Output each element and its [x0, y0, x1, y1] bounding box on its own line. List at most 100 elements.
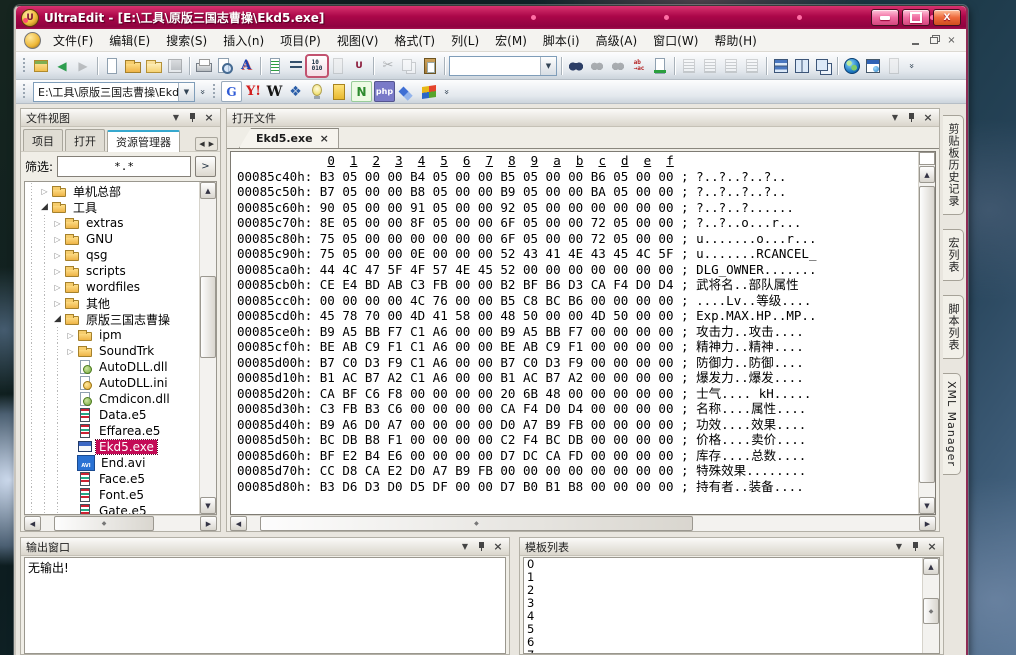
filter-input[interactable]: [57, 156, 191, 177]
hex-row[interactable]: 00085d20h: CA BF C6 F8 00 00 00 00 20 6B…: [237, 386, 918, 402]
side-tab-宏列表[interactable]: 宏列表: [943, 229, 964, 281]
hex-row[interactable]: 00085d70h: CC D8 CA E2 D0 A7 B9 FB 00 00…: [237, 463, 918, 479]
hex-row[interactable]: 00085d40h: B9 A6 D0 A7 00 00 00 00 D0 A7…: [237, 417, 918, 433]
tree-expand-icon[interactable]: ◢: [38, 202, 51, 212]
tree-item-SoundTrk[interactable]: ▷SoundTrk: [25, 343, 199, 359]
paste-icon[interactable]: [420, 56, 440, 76]
scroll-up-icon[interactable]: ▲: [919, 166, 935, 183]
minimize-button[interactable]: [871, 9, 899, 26]
wikipedia-icon[interactable]: W: [265, 82, 284, 101]
tree-item-单机总部[interactable]: ▷单机总部: [25, 183, 199, 199]
paragraph-doc-icon[interactable]: [265, 56, 285, 76]
document-menu-icon[interactable]: [24, 32, 41, 49]
panel-menu-icon[interactable]: ▼: [893, 542, 905, 551]
menu-item[interactable]: 视图(V): [329, 29, 387, 52]
toolbar-grip[interactable]: [22, 84, 27, 100]
tree-expand-icon[interactable]: ▷: [51, 283, 64, 292]
replace-in-files-icon[interactable]: [650, 56, 670, 76]
side-tab-剪贴板历史记录[interactable]: 剪贴板历史记录: [943, 115, 964, 215]
scroll-thumb[interactable]: ◆: [54, 516, 155, 531]
tree-item-Face.e5[interactable]: Face.e5: [25, 471, 199, 487]
template-item[interactable]: 0: [527, 558, 922, 571]
tree-expand-icon[interactable]: ▷: [38, 187, 51, 196]
file-views-icon[interactable]: [31, 56, 51, 76]
scroll-down-icon[interactable]: ▼: [200, 497, 216, 514]
tree-expand-icon[interactable]: ▷: [51, 299, 64, 308]
tree-item-Effarea.e5[interactable]: Effarea.e5: [25, 423, 199, 439]
ue-home-icon[interactable]: U: [349, 56, 369, 76]
hex-row[interactable]: 00085c60h: 90 05 00 00 91 05 00 00 92 05…: [237, 200, 918, 216]
tree-item-工具[interactable]: ◢工具: [25, 199, 199, 215]
open-file-icon[interactable]: [123, 56, 143, 76]
find-icon[interactable]: [566, 56, 586, 76]
tree-item-原版三国志曹操[interactable]: ◢原版三国志曹操: [25, 311, 199, 327]
panel-splitter[interactable]: [510, 537, 519, 655]
tree-item-End.avi[interactable]: AVIEnd.avi: [25, 455, 199, 471]
flag-icon[interactable]: ❖: [286, 82, 305, 101]
pin-icon[interactable]: [477, 541, 486, 552]
template-item[interactable]: 2: [527, 584, 922, 597]
tree-item-GNU[interactable]: ▷GNU: [25, 231, 199, 247]
tree-item-ipm[interactable]: ▷ipm: [25, 327, 199, 343]
file-view-tab-打开[interactable]: 打开: [65, 129, 105, 151]
tree-item-Gate.e5[interactable]: Gate.e5: [25, 503, 199, 514]
sort-icon[interactable]: [286, 56, 306, 76]
menu-item[interactable]: 格式(T): [386, 29, 443, 52]
template-item[interactable]: 7: [527, 649, 922, 654]
tree-expand-icon[interactable]: ▷: [51, 267, 64, 276]
windows-icon[interactable]: [419, 82, 439, 102]
panel-close-icon[interactable]: ×: [922, 111, 934, 124]
tree-expand-icon[interactable]: ▷: [51, 251, 64, 260]
hex-row[interactable]: 00085d10h: B1 AC B7 A2 C1 A6 00 00 B1 AC…: [237, 370, 918, 386]
panel-close-icon[interactable]: ×: [926, 540, 938, 553]
google-icon[interactable]: G: [221, 81, 242, 102]
tree-expand-icon[interactable]: ▷: [51, 235, 64, 244]
mdi-close-icon[interactable]: ×: [945, 34, 958, 46]
chevron-down-icon[interactable]: ▼: [540, 57, 556, 75]
template-item[interactable]: 3: [527, 597, 922, 610]
scroll-up-icon[interactable]: ▲: [923, 558, 939, 575]
template-item[interactable]: 6: [527, 636, 922, 649]
menu-item[interactable]: 窗口(W): [645, 29, 706, 52]
menu-item[interactable]: 脚本(i): [535, 29, 588, 52]
toolbar-overflow-icon[interactable]: »: [906, 60, 916, 72]
toolbar-grip[interactable]: [212, 84, 217, 100]
menu-item[interactable]: 搜索(S): [158, 29, 215, 52]
tree-item-scripts[interactable]: ▷scripts: [25, 263, 199, 279]
hex-horizontal-scrollbar[interactable]: ◀ ◆ ▶: [230, 515, 936, 531]
chevron-down-icon[interactable]: ▼: [178, 83, 194, 101]
tree-item-AutoDLL.ini[interactable]: AutoDLL.ini: [25, 375, 199, 391]
menu-item[interactable]: 宏(M): [487, 29, 535, 52]
menu-item[interactable]: 编辑(E): [101, 29, 158, 52]
tab-scroll-arrows[interactable]: ◀▶: [195, 137, 218, 151]
template-item[interactable]: 4: [527, 610, 922, 623]
panel-menu-icon[interactable]: ▼: [170, 113, 182, 122]
tree-horizontal-scrollbar[interactable]: ◀ ◆ ▶: [24, 515, 217, 531]
panel-menu-icon[interactable]: ▼: [889, 113, 901, 122]
scroll-left-icon[interactable]: ◀: [230, 516, 247, 531]
output-window-body[interactable]: 无输出!: [24, 557, 506, 654]
browser-view-icon[interactable]: [863, 56, 883, 76]
side-tab-脚本列表[interactable]: 脚本列表: [943, 295, 964, 359]
hex-row[interactable]: 00085c40h: B3 05 00 00 B4 05 00 00 B5 05…: [237, 169, 918, 185]
template-item[interactable]: 5: [527, 623, 922, 636]
tree-expand-icon[interactable]: ◢: [51, 314, 64, 324]
split-horizontal-icon[interactable]: [771, 56, 791, 76]
hex-row[interactable]: 00085ce0h: B9 A5 BB F7 C1 A6 00 00 B9 A5…: [237, 324, 918, 340]
scroll-left-icon[interactable]: ◀: [24, 516, 41, 531]
hex-row[interactable]: 00085d00h: B7 C0 D3 F9 C1 A6 00 00 B7 C0…: [237, 355, 918, 371]
close-button[interactable]: X: [933, 9, 961, 26]
side-tab-XML Manager[interactable]: XML Manager: [943, 373, 961, 475]
hex-row[interactable]: 00085c80h: 75 05 00 00 00 00 00 00 6F 05…: [237, 231, 918, 247]
split-handle[interactable]: [919, 152, 935, 165]
file-view-tab-资源管理器[interactable]: 资源管理器: [107, 130, 180, 152]
notepad-icon[interactable]: N: [351, 81, 372, 102]
template-item[interactable]: 1: [527, 571, 922, 584]
favorites-combo[interactable]: ▼: [449, 56, 557, 76]
hex-vertical-scrollbar[interactable]: ▲ ▼: [918, 152, 935, 514]
hex-row[interactable]: 00085c70h: 8E 05 00 00 8F 05 00 00 6F 05…: [237, 215, 918, 231]
hex-row[interactable]: 00085c50h: B7 05 00 00 B8 05 00 00 B9 05…: [237, 184, 918, 200]
quick-open-icon[interactable]: [144, 56, 164, 76]
hex-row[interactable]: 00085cf0h: BE AB C9 F1 C1 A6 00 00 BE AB…: [237, 339, 918, 355]
menu-item[interactable]: 高级(A): [588, 29, 646, 52]
